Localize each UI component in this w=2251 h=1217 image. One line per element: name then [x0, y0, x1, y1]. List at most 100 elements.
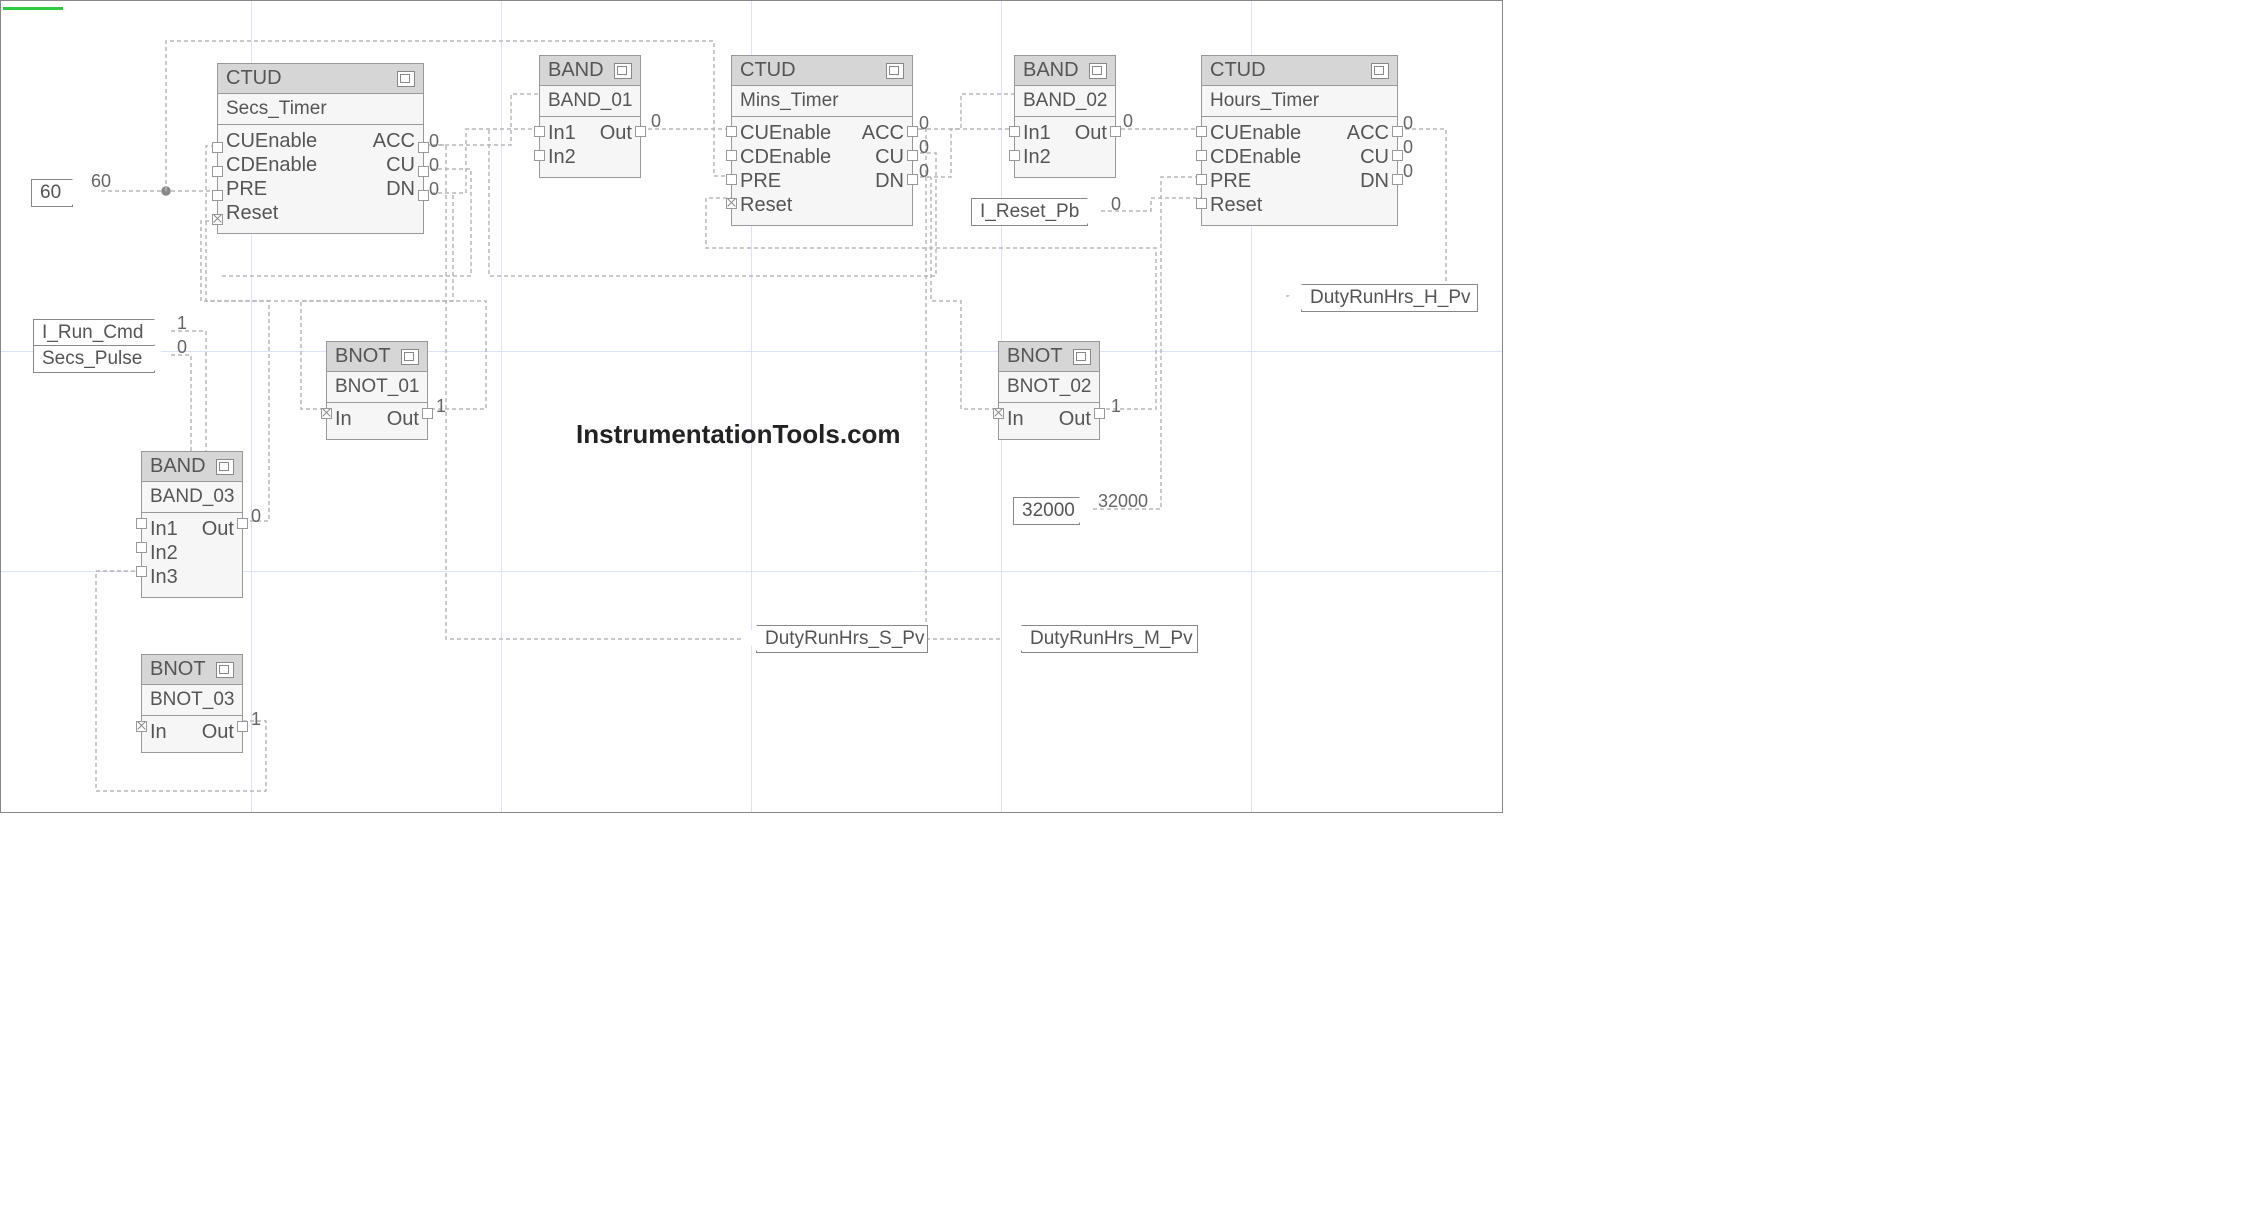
block-instance: BNOT_01	[327, 372, 427, 403]
block-menu-icon[interactable]	[1073, 349, 1091, 365]
pin-stub[interactable]	[1196, 126, 1207, 137]
pin-stub[interactable]	[212, 166, 223, 177]
block-menu-icon[interactable]	[397, 71, 415, 87]
pin-stub[interactable]	[907, 126, 918, 137]
pin-stub[interactable]	[534, 126, 545, 137]
block-band-02[interactable]: BAND BAND_02 In1Out In2	[1014, 55, 1116, 178]
pin-stub[interactable]	[212, 190, 223, 201]
pin-stub[interactable]	[1392, 126, 1403, 137]
block-menu-icon[interactable]	[614, 63, 632, 79]
pin-stub[interactable]	[1009, 150, 1020, 161]
wire-value: 0	[251, 506, 261, 527]
wire-value: 0	[177, 337, 187, 358]
pin-stub[interactable]	[1009, 126, 1020, 137]
pin-in1: In1	[1023, 121, 1051, 145]
block-ctud-secs-timer[interactable]: CTUD Secs_Timer CUEnableACC CDEnableCU P…	[217, 63, 424, 234]
pin-in2: In2	[150, 541, 178, 565]
block-instance: Mins_Timer	[732, 86, 912, 117]
tag-i-run-cmd[interactable]: I_Run_Cmd	[33, 319, 155, 347]
pin-stub[interactable]	[418, 166, 429, 177]
pin-cu: CU	[386, 153, 415, 177]
block-bnot-01[interactable]: BNOT BNOT_01 InOut	[326, 341, 428, 440]
block-instance: BNOT_03	[142, 685, 242, 716]
wire-value: 0	[429, 155, 439, 176]
tag-dutyrunhrs-h-pv[interactable]: DutyRunHrs_H_Pv	[1301, 284, 1478, 312]
block-bnot-03[interactable]: BNOT BNOT_03 InOut	[141, 654, 243, 753]
wire-value: 32000	[1098, 491, 1148, 512]
tag-dutyrunhrs-m-pv[interactable]: DutyRunHrs_M_Pv	[1021, 625, 1198, 653]
pin-stub[interactable]	[907, 150, 918, 161]
wire-value: 60	[91, 171, 111, 192]
pin-stub[interactable]	[1392, 150, 1403, 161]
pin-stub[interactable]	[726, 126, 737, 137]
pin-stub[interactable]	[237, 721, 248, 732]
pin-stub[interactable]	[136, 518, 147, 529]
block-bnot-02[interactable]: BNOT BNOT_02 InOut	[998, 341, 1100, 440]
pin-cdenable: CDEnable	[226, 153, 317, 177]
pin-stub[interactable]	[136, 542, 147, 553]
tag-dutyrunhrs-s-pv[interactable]: DutyRunHrs_S_Pv	[756, 625, 928, 653]
pin-stub[interactable]	[1196, 198, 1207, 209]
pin-stub[interactable]	[136, 566, 147, 577]
block-instance: BAND_03	[142, 482, 242, 513]
wire-value: 0	[919, 113, 929, 134]
tag-const-32000[interactable]: 32000	[1013, 497, 1080, 525]
pin-in1: In1	[548, 121, 576, 145]
pin-out: Out	[1075, 121, 1107, 145]
pin-out: Out	[600, 121, 632, 145]
tag-secs-pulse[interactable]: Secs_Pulse	[33, 345, 155, 373]
pin-dn: DN	[386, 177, 415, 201]
pin-dn: DN	[1360, 169, 1389, 193]
fbd-canvas[interactable]: CTUD Secs_Timer CUEnableACC CDEnableCU P…	[0, 0, 1503, 813]
pin-stub[interactable]	[993, 408, 1004, 419]
block-type: CTUD	[1210, 59, 1266, 82]
block-menu-icon[interactable]	[1089, 63, 1107, 79]
wire-value: 0	[651, 111, 661, 132]
pin-stub[interactable]	[1392, 174, 1403, 185]
pin-stub[interactable]	[1196, 150, 1207, 161]
pin-stub[interactable]	[907, 174, 918, 185]
block-menu-icon[interactable]	[216, 459, 234, 475]
pin-stub[interactable]	[237, 518, 248, 529]
block-menu-icon[interactable]	[401, 349, 419, 365]
pin-stub[interactable]	[422, 408, 433, 419]
pin-stub[interactable]	[1196, 174, 1207, 185]
block-type: BAND	[548, 59, 604, 82]
pin-stub[interactable]	[212, 214, 223, 225]
wire-value: 0	[1123, 111, 1133, 132]
pin-stub[interactable]	[212, 142, 223, 153]
wire-value: 1	[1111, 396, 1121, 417]
tag-i-reset-pb[interactable]: I_Reset_Pb	[971, 198, 1088, 226]
block-ctud-mins-timer[interactable]: CTUD Mins_Timer CUEnableACC CDEnableCU P…	[731, 55, 913, 226]
pin-out: Out	[1059, 407, 1091, 431]
pin-stub[interactable]	[418, 142, 429, 153]
tag-const-60[interactable]: 60	[31, 179, 73, 207]
pin-stub[interactable]	[321, 408, 332, 419]
pin-in: In	[150, 720, 167, 744]
pin-out: Out	[202, 720, 234, 744]
wire-value: 0	[1403, 161, 1413, 182]
pin-stub[interactable]	[418, 190, 429, 201]
pin-stub[interactable]	[1110, 126, 1121, 137]
pin-acc: ACC	[373, 129, 415, 153]
pin-in1: In1	[150, 517, 178, 541]
pin-in2: In2	[1023, 145, 1051, 169]
pin-stub[interactable]	[136, 721, 147, 732]
pin-stub[interactable]	[635, 126, 646, 137]
pin-cuenable: CUEnable	[1210, 121, 1301, 145]
block-menu-icon[interactable]	[1371, 63, 1389, 79]
block-menu-icon[interactable]	[216, 662, 234, 678]
pin-stub[interactable]	[726, 150, 737, 161]
pin-out: Out	[202, 517, 234, 541]
block-menu-icon[interactable]	[886, 63, 904, 79]
pin-stub[interactable]	[1094, 408, 1105, 419]
pin-stub[interactable]	[726, 198, 737, 209]
pin-pre: PRE	[1210, 169, 1251, 193]
block-band-03[interactable]: BAND BAND_03 In1Out In2 In3	[141, 451, 243, 598]
pin-reset: Reset	[226, 201, 278, 225]
pin-stub[interactable]	[534, 150, 545, 161]
block-ctud-hours-timer[interactable]: CTUD Hours_Timer CUEnableACC CDEnableCU …	[1201, 55, 1398, 226]
wire-value: 1	[177, 313, 187, 334]
pin-stub[interactable]	[726, 174, 737, 185]
block-band-01[interactable]: BAND BAND_01 In1Out In2	[539, 55, 641, 178]
